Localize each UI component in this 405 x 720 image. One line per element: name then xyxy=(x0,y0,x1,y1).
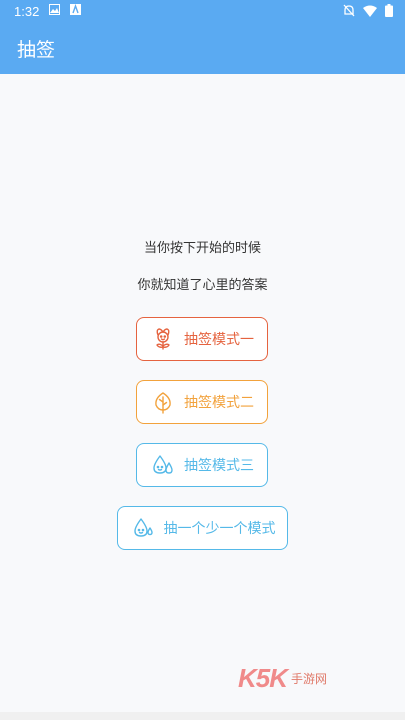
image-icon xyxy=(49,3,61,19)
app-bar: 抽签 xyxy=(0,22,405,74)
watermark-logo: K5K 手游网 xyxy=(238,660,378,696)
bottom-divider xyxy=(0,712,405,720)
text-icon xyxy=(70,3,82,19)
mode-two-button[interactable]: 抽签模式二 xyxy=(136,380,268,424)
draw-one-less-button[interactable]: 抽一个少一个模式 xyxy=(117,506,288,550)
mode-one-label: 抽签模式一 xyxy=(184,332,254,348)
mode-two-label: 抽签模式二 xyxy=(184,395,254,411)
mode-one-button[interactable]: 抽签模式一 xyxy=(136,317,268,361)
water-drops-icon xyxy=(150,452,176,478)
mode-three-button[interactable]: 抽签模式三 xyxy=(136,443,268,487)
tagline-2: 你就知道了心里的答案 xyxy=(137,278,268,293)
status-time: 1:32 xyxy=(14,3,40,19)
status-bar: 1:32 xyxy=(0,0,405,22)
tagline-1: 当你按下开始的时候 xyxy=(143,241,261,256)
battery-icon xyxy=(385,4,393,21)
watermark-brand: K5K xyxy=(238,662,288,693)
draw-one-less-label: 抽一个少一个模式 xyxy=(163,521,276,537)
flower-icon xyxy=(150,326,176,352)
page-title: 抽签 xyxy=(17,38,56,61)
mode-three-label: 抽签模式三 xyxy=(184,458,254,474)
water-drop-icon xyxy=(130,515,156,541)
wifi-icon xyxy=(363,5,377,21)
leaf-icon xyxy=(150,389,176,415)
mute-icon xyxy=(343,4,355,21)
watermark-text: 手游网 xyxy=(291,671,328,686)
